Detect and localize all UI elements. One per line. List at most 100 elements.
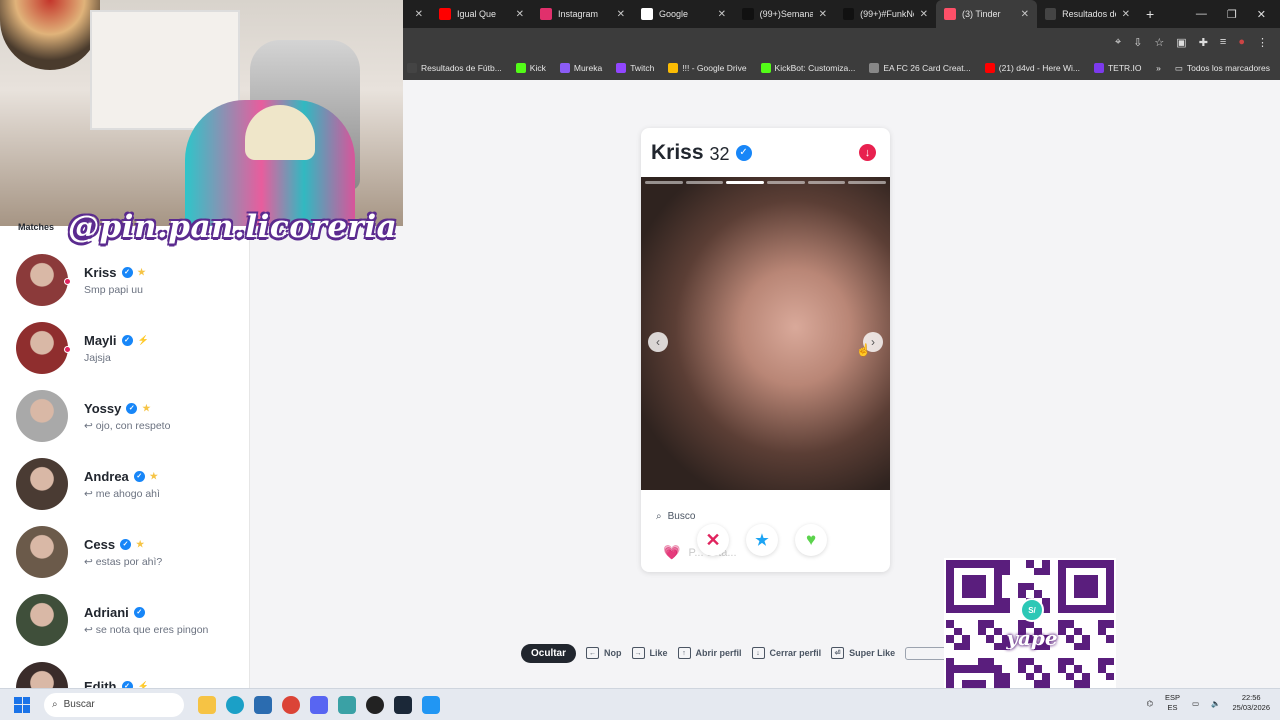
tab-close-icon[interactable]: ✕ — [1021, 9, 1029, 20]
photo-indicator-bar[interactable] — [848, 181, 887, 184]
verified-icon: ✓ — [133, 470, 145, 482]
tab-close-icon[interactable]: ✕ — [1122, 9, 1130, 20]
avatar — [16, 458, 68, 510]
browser-tab[interactable]: (3) Tinder ✕ — [936, 0, 1037, 28]
close-window-icon[interactable]: ✕ — [1257, 8, 1266, 21]
extension-icon[interactable]: ▣ — [1176, 36, 1186, 49]
browser-tab[interactable]: (99+)Semana ✕ — [734, 0, 835, 28]
verified-icon: ✓ — [735, 144, 752, 161]
install-icon[interactable]: ⇩ — [1133, 36, 1142, 49]
bookmark-item[interactable]: Mureka — [559, 63, 602, 73]
store-icon[interactable] — [254, 695, 272, 714]
bookmark-item[interactable]: TETR.IO — [1093, 63, 1142, 73]
prev-photo-icon[interactable]: ‹ — [648, 332, 668, 352]
photo-indicator-bar[interactable] — [645, 181, 683, 184]
browser-tab[interactable]: Instagram ✕ — [532, 0, 633, 28]
media-icon[interactable]: ≡ — [1220, 36, 1226, 48]
match-last-message: ↩ ojo, con respeto — [84, 419, 171, 432]
chrome-icon[interactable] — [282, 695, 300, 714]
tab-favicon-icon — [742, 8, 754, 20]
puzzle-icon[interactable]: ✚ — [1199, 36, 1208, 49]
avatar — [16, 594, 68, 646]
tab-close-prev[interactable]: ✕ — [403, 0, 431, 28]
verified-icon: ✓ — [121, 334, 133, 346]
language-indicator[interactable]: ESP ES — [1165, 693, 1180, 713]
nope-button[interactable]: ✕ — [697, 524, 729, 556]
bookmark-item[interactable]: Resultados de Fútb... — [407, 63, 502, 73]
profile-header[interactable]: Kriss 32 ✓ ↓ — [641, 128, 890, 177]
profile-photo[interactable]: ‹ › — [641, 177, 890, 490]
bookmark-favicon-icon — [760, 63, 771, 73]
busco-row: ⌕ Busco — [656, 511, 696, 522]
more-bookmarks-icon[interactable]: » — [1156, 63, 1161, 73]
photo-indicator-bar[interactable] — [685, 181, 724, 184]
bookmark-item[interactable]: !!! - Google Drive — [668, 63, 747, 73]
browser-tab[interactable]: Google ✕ — [633, 0, 734, 28]
menu-icon[interactable]: ⋮ — [1257, 36, 1268, 49]
match-item[interactable]: Adriani ✓ ↩ se nota que eres pingon — [16, 592, 246, 648]
tab-close-icon[interactable]: ✕ — [516, 9, 524, 20]
match-item[interactable]: Andrea ✓ ★ ↩ me ahogo ahì — [16, 456, 246, 512]
bookmark-favicon-icon — [559, 63, 570, 73]
location-icon[interactable]: ⌖ — [1115, 36, 1121, 49]
match-item[interactable]: Cess ✓ ★ ↩ estas por ahì? — [16, 524, 246, 580]
network-icon[interactable]: ⌬ — [1146, 699, 1153, 708]
shortcut-item: → Like — [631, 647, 668, 659]
minimize-icon[interactable]: — — [1196, 8, 1207, 21]
tab-close-icon[interactable]: ✕ — [819, 9, 827, 20]
all-bookmarks[interactable]: ▭ Todos los marcadores — [1175, 63, 1270, 74]
new-tab-button[interactable]: + — [1138, 0, 1162, 28]
bookmarks-bar: Resultados de Fútb... Kick Mureka Twitch… — [403, 56, 1280, 80]
app-icon[interactable] — [422, 695, 440, 714]
discord-icon[interactable] — [310, 695, 328, 714]
tab-favicon-icon — [540, 8, 552, 20]
shortcut-item: ↓ Cerrar perfil — [751, 647, 821, 659]
match-last-message: Jajsja — [84, 351, 111, 364]
hide-shortcuts-button[interactable]: Ocultar — [521, 643, 577, 663]
match-badge-icon: ⚡ — [137, 334, 149, 345]
match-item[interactable]: Yossy ✓ ★ ↩ ojo, con respeto — [16, 388, 246, 444]
profile-icon[interactable]: ● — [1238, 36, 1245, 48]
edge-icon[interactable] — [226, 695, 244, 714]
restore-icon[interactable]: ❐ — [1227, 8, 1237, 21]
verified-icon: ✓ — [120, 538, 132, 550]
clock[interactable]: 22:56 25/03/2026 — [1232, 693, 1270, 713]
yape-badge: S/ — [1020, 598, 1044, 622]
browser-tab[interactable]: (99+)#FunkNo ✕ — [835, 0, 936, 28]
match-badge-icon: ★ — [149, 470, 158, 481]
browser-tab[interactable]: Igual Que ✕ — [431, 0, 532, 28]
steam-icon[interactable] — [394, 695, 412, 714]
match-item[interactable]: Kriss ✓ ★ Smp papi uu — [16, 252, 246, 308]
match-item[interactable]: Mayli ✓ ⚡ Jajsja — [16, 320, 246, 376]
shortcut-key-icon: ↓ — [751, 647, 765, 659]
keyboard-shortcuts-bar: Ocultar ← Nop → Like ↑ Abrir perfil ↓ Cerra… — [521, 643, 948, 663]
match-last-message: ↩ me ahogo ahì — [84, 487, 160, 500]
shortcut-key-icon: ↑ — [677, 647, 691, 659]
bookmark-item[interactable]: Twitch — [616, 63, 654, 73]
bookmark-item[interactable]: Kick — [515, 63, 546, 73]
display-icon[interactable]: ▭ — [1192, 699, 1199, 708]
notepad-icon[interactable] — [338, 695, 356, 714]
obs-icon[interactable] — [366, 695, 384, 714]
taskbar-search[interactable]: ⌕ Buscar — [44, 692, 184, 717]
photo-indicator-bar[interactable] — [726, 181, 765, 184]
bookmark-item[interactable]: (21) d4vd - Here Wi... — [984, 63, 1080, 73]
volume-icon[interactable]: 🔈 — [1211, 699, 1220, 708]
bookmark-star-icon[interactable]: ☆ — [1154, 36, 1164, 49]
tab-close-icon[interactable]: ✕ — [920, 9, 928, 20]
photo-indicator-bar[interactable] — [807, 181, 846, 184]
browser-tab[interactable]: Resultados de ✕ — [1037, 0, 1138, 28]
start-icon[interactable] — [14, 696, 30, 713]
search-icon: ⌕ — [52, 699, 58, 710]
bookmark-item[interactable]: KickBot: Customiza... — [760, 63, 855, 73]
tab-close-icon[interactable]: ✕ — [718, 9, 726, 20]
file-explorer-icon[interactable] — [198, 695, 216, 714]
shortcut-item: ← Nop — [586, 647, 622, 659]
collapse-profile-icon[interactable]: ↓ — [859, 144, 876, 161]
tab-close-icon[interactable]: ✕ — [617, 9, 625, 20]
avatar — [16, 322, 71, 374]
photo-indicator-bar[interactable] — [767, 181, 805, 184]
bookmark-item[interactable]: EA FC 26 Card Creat... — [869, 63, 971, 73]
super-like-button[interactable]: ★ — [746, 524, 778, 556]
like-button[interactable]: ♥ — [795, 524, 827, 556]
